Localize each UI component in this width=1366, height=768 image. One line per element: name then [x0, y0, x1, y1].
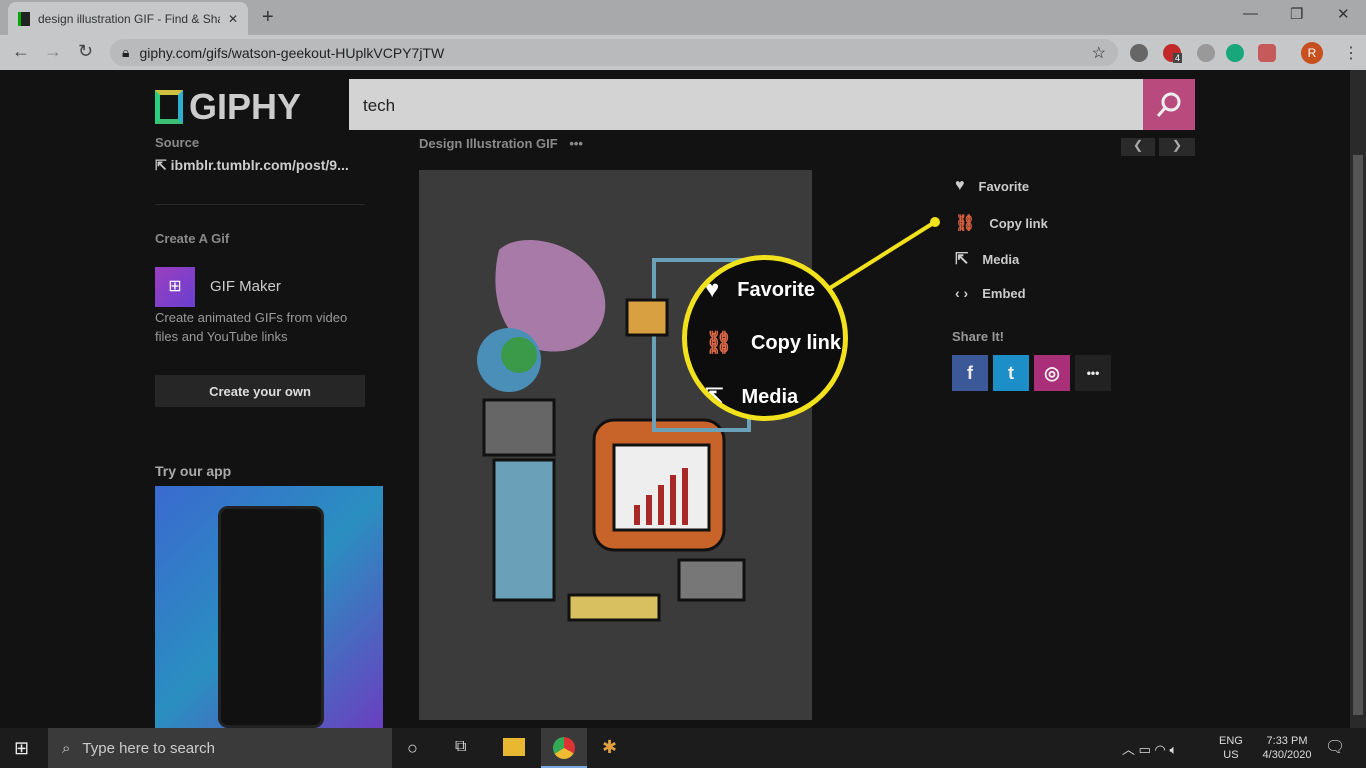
search-icon: ⌕: [62, 739, 71, 757]
share-arrow-icon: ⇱: [705, 384, 724, 409]
task-view-icon[interactable]: ⧉: [455, 738, 466, 756]
taskbar-search-placeholder: Type here to search: [82, 739, 215, 757]
cortana-icon[interactable]: ○: [407, 738, 418, 759]
file-explorer-icon[interactable]: [503, 738, 525, 756]
chrome-icon: [553, 737, 575, 759]
lang: ENG: [1219, 735, 1243, 747]
notifications-icon[interactable]: 🗨︎: [1325, 737, 1345, 757]
date: 4/30/2020: [1262, 749, 1312, 761]
slack-icon[interactable]: ✱: [602, 737, 617, 758]
region: US: [1223, 749, 1239, 761]
zoom-callout: ♥ Favorite ⛓ Copy link ⇱ Media: [682, 255, 848, 421]
callout-copy-link: ⛓ Copy link: [705, 330, 841, 356]
callout-pointer: [828, 217, 940, 290]
callout-favorite-label: Favorite: [737, 278, 816, 301]
windows-start-icon[interactable]: ⊞: [14, 738, 29, 759]
taskbar-search[interactable]: ⌕ Type here to search: [48, 728, 392, 768]
link-icon: ⛓: [705, 330, 733, 355]
tray-icons[interactable]: ︿ ▭ ◠ 🔈︎: [1122, 739, 1177, 758]
callout-media: ⇱ Media: [705, 384, 798, 410]
callout-media-label: Media: [741, 385, 799, 408]
callout-favorite: ♥ Favorite: [705, 276, 815, 304]
chrome-taskbar-button[interactable]: [541, 728, 587, 768]
time: 7:33 PM: [1266, 735, 1308, 747]
language-indicator[interactable]: ENG US: [1219, 734, 1243, 762]
callout-copy-link-label: Copy link: [750, 331, 841, 354]
heart-icon: ♥: [705, 276, 720, 303]
clock[interactable]: 7:33 PM 4/30/2020: [1257, 734, 1317, 762]
